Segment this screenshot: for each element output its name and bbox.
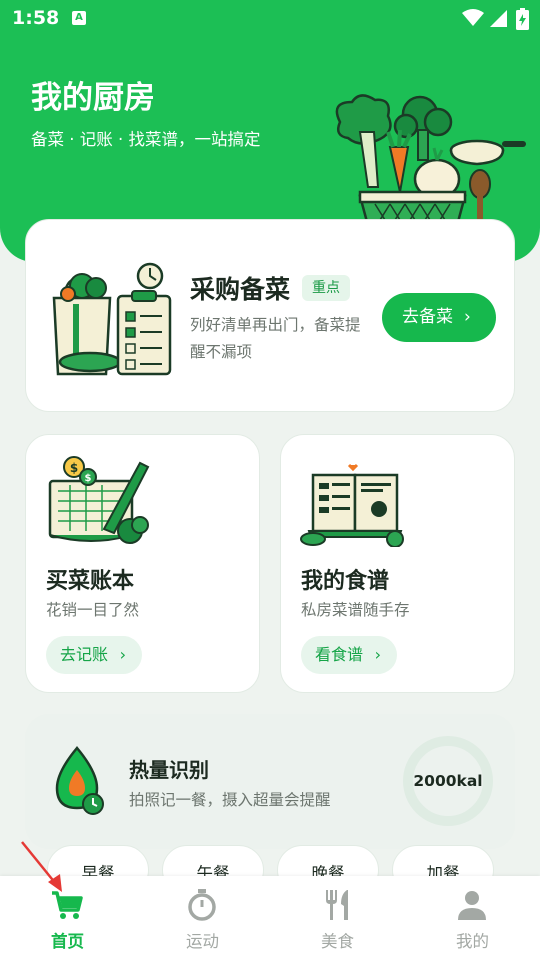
grocery-ledger-card[interactable]: $ $ 买菜账本 花销一目了然 去记账 › — [25, 434, 260, 693]
person-icon — [458, 891, 486, 920]
calorie-recognition-card[interactable]: 热量识别 拍照记一餐，摄入超量会提醒 2000kal — [25, 714, 515, 849]
bottom-nav: 首页 运动 美食 我的 — [0, 876, 540, 960]
status-time: 1:58 — [12, 7, 60, 29]
ledger-book-illustration: $ $ — [48, 456, 150, 544]
svg-text:$: $ — [85, 473, 92, 484]
nav-home-label: 首页 — [51, 932, 84, 951]
calorie-drop-illustration — [55, 746, 104, 815]
page-subtitle: 备菜 · 记账 · 找菜谱，一站搞定 — [31, 130, 261, 149]
view-recipes-button-label: 看食谱 — [315, 645, 364, 664]
shopping-card-title: 采购备菜 — [190, 275, 291, 304]
nav-food-label: 美食 — [321, 932, 354, 951]
recipe-card-title: 我的食谱 — [301, 569, 390, 594]
view-recipes-button[interactable]: 看食谱 › — [301, 636, 398, 674]
notification-icon: A — [72, 11, 86, 25]
recipe-book-illustration — [300, 463, 404, 547]
nav-profile-label: 我的 — [456, 932, 489, 951]
my-recipes-card[interactable]: 我的食谱 私房菜谱随手存 看食谱 › — [280, 434, 515, 693]
go-ledger-button[interactable]: 去记账 › — [46, 636, 143, 674]
chevron-right-icon: › — [464, 307, 471, 327]
battery-icon — [516, 8, 529, 30]
calorie-card-description: 拍照记一餐，摄入超量会提醒 — [129, 791, 331, 809]
svg-text:$: $ — [70, 461, 78, 475]
signal-icon — [490, 10, 507, 27]
recipe-card-description: 私房菜谱随手存 — [301, 601, 410, 619]
wifi-icon — [462, 9, 484, 26]
calorie-card-title: 热量识别 — [129, 758, 209, 782]
shopping-prep-card[interactable]: 采购备菜 重点 列好清单再出门，备菜提醒不漏项 去备菜 › — [25, 219, 515, 412]
arrow-pointer-icon — [21, 841, 62, 892]
shopping-card-description: 列好清单再出门，备菜提醒不漏项 — [190, 316, 361, 361]
go-prep-button-label: 去备菜 — [402, 307, 453, 327]
chevron-right-icon: › — [374, 645, 382, 664]
nav-food[interactable]: 美食 — [270, 876, 405, 960]
page-title: 我的厨房 — [31, 80, 155, 116]
stopwatch-icon — [188, 889, 216, 921]
priority-tag: 重点 — [302, 275, 350, 301]
nav-exercise-label: 运动 — [186, 932, 219, 951]
status-bar: 1:58 A — [0, 0, 540, 38]
fork-knife-icon — [326, 890, 348, 920]
go-ledger-button-label: 去记账 — [60, 645, 109, 664]
ledger-card-description: 花销一目了然 — [46, 601, 140, 619]
go-prep-button[interactable]: 去备菜 › — [382, 293, 496, 342]
nav-exercise[interactable]: 运动 — [135, 876, 270, 960]
chevron-right-icon: › — [119, 645, 127, 664]
grocery-bag-checklist-illustration — [52, 262, 172, 376]
vegetable-basket-illustration — [335, 94, 526, 222]
ledger-card-title: 买菜账本 — [46, 569, 135, 594]
nav-profile[interactable]: 我的 — [405, 876, 540, 960]
calorie-value: 2000kal — [413, 772, 483, 790]
